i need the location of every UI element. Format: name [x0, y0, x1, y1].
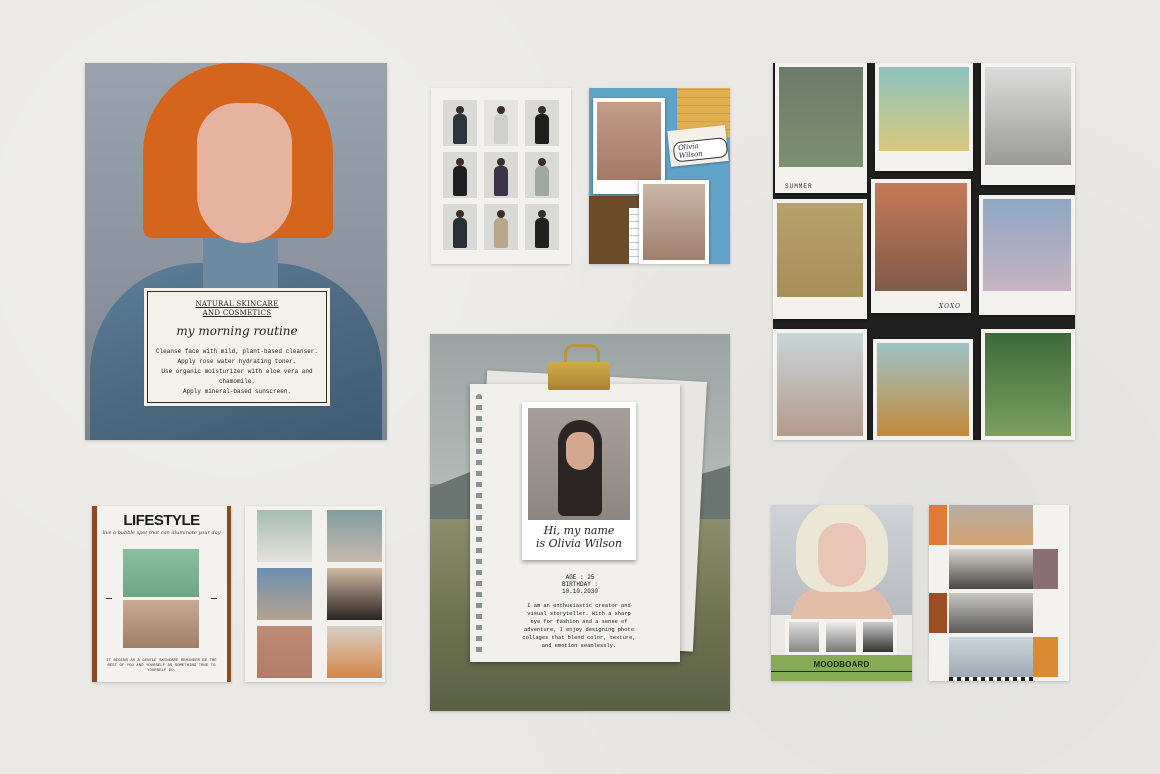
strip-photo	[949, 549, 1033, 589]
polaroid	[981, 329, 1075, 440]
grid-photo	[257, 568, 312, 620]
birthday: 10.10.2030	[561, 588, 598, 595]
strip-photo	[949, 637, 1033, 677]
lifestyle-title: LIFESTYLE	[123, 512, 200, 529]
routine-note: NATURAL SKINCARE AND COSMETICS my mornin…	[145, 289, 329, 405]
color-block	[929, 593, 947, 633]
lifestyle-photo	[123, 549, 199, 597]
note-heading-line2: AND COSMETICS	[202, 309, 272, 317]
collage-polaroid	[639, 180, 709, 264]
moodboard-label: MOODBOARD	[813, 660, 870, 669]
spiral-holes	[476, 394, 482, 654]
moodboard-photo	[771, 505, 912, 621]
contact-thumb	[525, 100, 559, 146]
polaroid: XOXO	[871, 179, 971, 313]
name-tag-text: Olivia Wilson	[672, 137, 729, 163]
thumbnail-strip	[785, 619, 897, 655]
greeting-line2: is Olivia Wilson	[535, 537, 622, 550]
step: Apply rose water hydrating toner.	[177, 358, 297, 365]
skincare-routine-card: NATURAL SKINCARE AND COSMETICS my mornin…	[85, 63, 387, 440]
polaroid	[875, 63, 973, 171]
profile-polaroid: Hi, my name is Olivia Wilson	[522, 402, 636, 560]
lifestyle-footer: IT BEGINS AS A GENTLE SKINCARE REMINDER …	[106, 659, 217, 673]
color-block	[929, 505, 947, 545]
mini-photo	[789, 622, 819, 652]
step: Use organic moisturizer with aloe vera a…	[161, 368, 313, 385]
step: Cleanse face with mild, plant-based clea…	[155, 348, 319, 355]
moodboard-card: MOODBOARD	[771, 505, 912, 681]
grid-photo	[257, 626, 312, 678]
binder-clip-icon	[548, 344, 610, 392]
grid-photo	[327, 510, 382, 562]
contact-thumb	[525, 152, 559, 198]
name-tag: Olivia Wilson	[667, 125, 729, 167]
contact-thumb	[443, 100, 477, 146]
mini-photo	[826, 622, 856, 652]
polaroid: SUMMER	[775, 63, 867, 193]
polaroid	[773, 199, 867, 319]
strip-photo	[949, 593, 1033, 633]
face	[197, 103, 292, 243]
contact-sheet-card	[431, 88, 571, 264]
profile-bio: I am an enthusiastic creator and visual …	[522, 603, 636, 649]
profile-card: Hi, my name is Olivia Wilson AGE : 25 BI…	[430, 334, 730, 711]
note-steps: Cleanse face with mild, plant-based clea…	[152, 347, 322, 397]
polaroid	[773, 329, 867, 440]
note-script-title: my morning routine	[176, 324, 298, 338]
lifestyle-subtitle: live a bubble spot that can illuminate y…	[102, 530, 221, 536]
step: Apply mineral-based sunscreen.	[182, 388, 292, 395]
polaroid	[981, 63, 1075, 185]
polaroid-wall-card: SUMMER XOXO	[773, 63, 1075, 440]
contact-thumb	[484, 152, 518, 198]
profile-info: AGE : 25 BIRTHDAY : 10.10.2030	[430, 574, 730, 595]
contact-thumb	[525, 204, 559, 250]
note-heading-line1: NATURAL SKINCARE	[195, 300, 279, 308]
grid-photo	[257, 510, 312, 562]
birthday-label: BIRTHDAY :	[561, 581, 598, 588]
photo-grid-card	[245, 506, 385, 682]
grid-photo	[327, 568, 382, 620]
note-heading: NATURAL SKINCARE AND COSMETICS	[148, 300, 326, 318]
polaroid	[873, 339, 973, 440]
contact-thumb	[443, 152, 477, 198]
lifestyle-photo	[123, 600, 199, 648]
contact-thumb	[484, 204, 518, 250]
contact-thumb	[443, 204, 477, 250]
color-swatch	[1033, 549, 1058, 589]
contact-thumb	[484, 100, 518, 146]
grid-photo	[327, 626, 382, 678]
strip-photo	[949, 505, 1033, 545]
profile-photo	[528, 408, 630, 520]
greeting-line1: Hi, my name	[543, 524, 615, 537]
moodboard-bar: MOODBOARD	[771, 655, 912, 681]
rule	[771, 671, 912, 672]
collage-card: Olivia Wilson	[589, 88, 730, 264]
polaroid-caption: XOXO	[938, 303, 961, 310]
divider	[106, 598, 112, 599]
mini-photo	[863, 622, 893, 652]
greeting: Hi, my name is Olivia Wilson	[522, 524, 636, 550]
lifestyle-card: LIFESTYLE live a bubble spot that can il…	[92, 506, 231, 682]
strip-collage-card	[929, 505, 1069, 681]
color-swatch	[1033, 637, 1058, 677]
polaroid	[979, 195, 1075, 315]
age: AGE : 25	[565, 574, 595, 581]
divider	[211, 598, 217, 599]
checker-band	[949, 677, 1033, 681]
polaroid-caption: SUMMER	[785, 183, 813, 190]
